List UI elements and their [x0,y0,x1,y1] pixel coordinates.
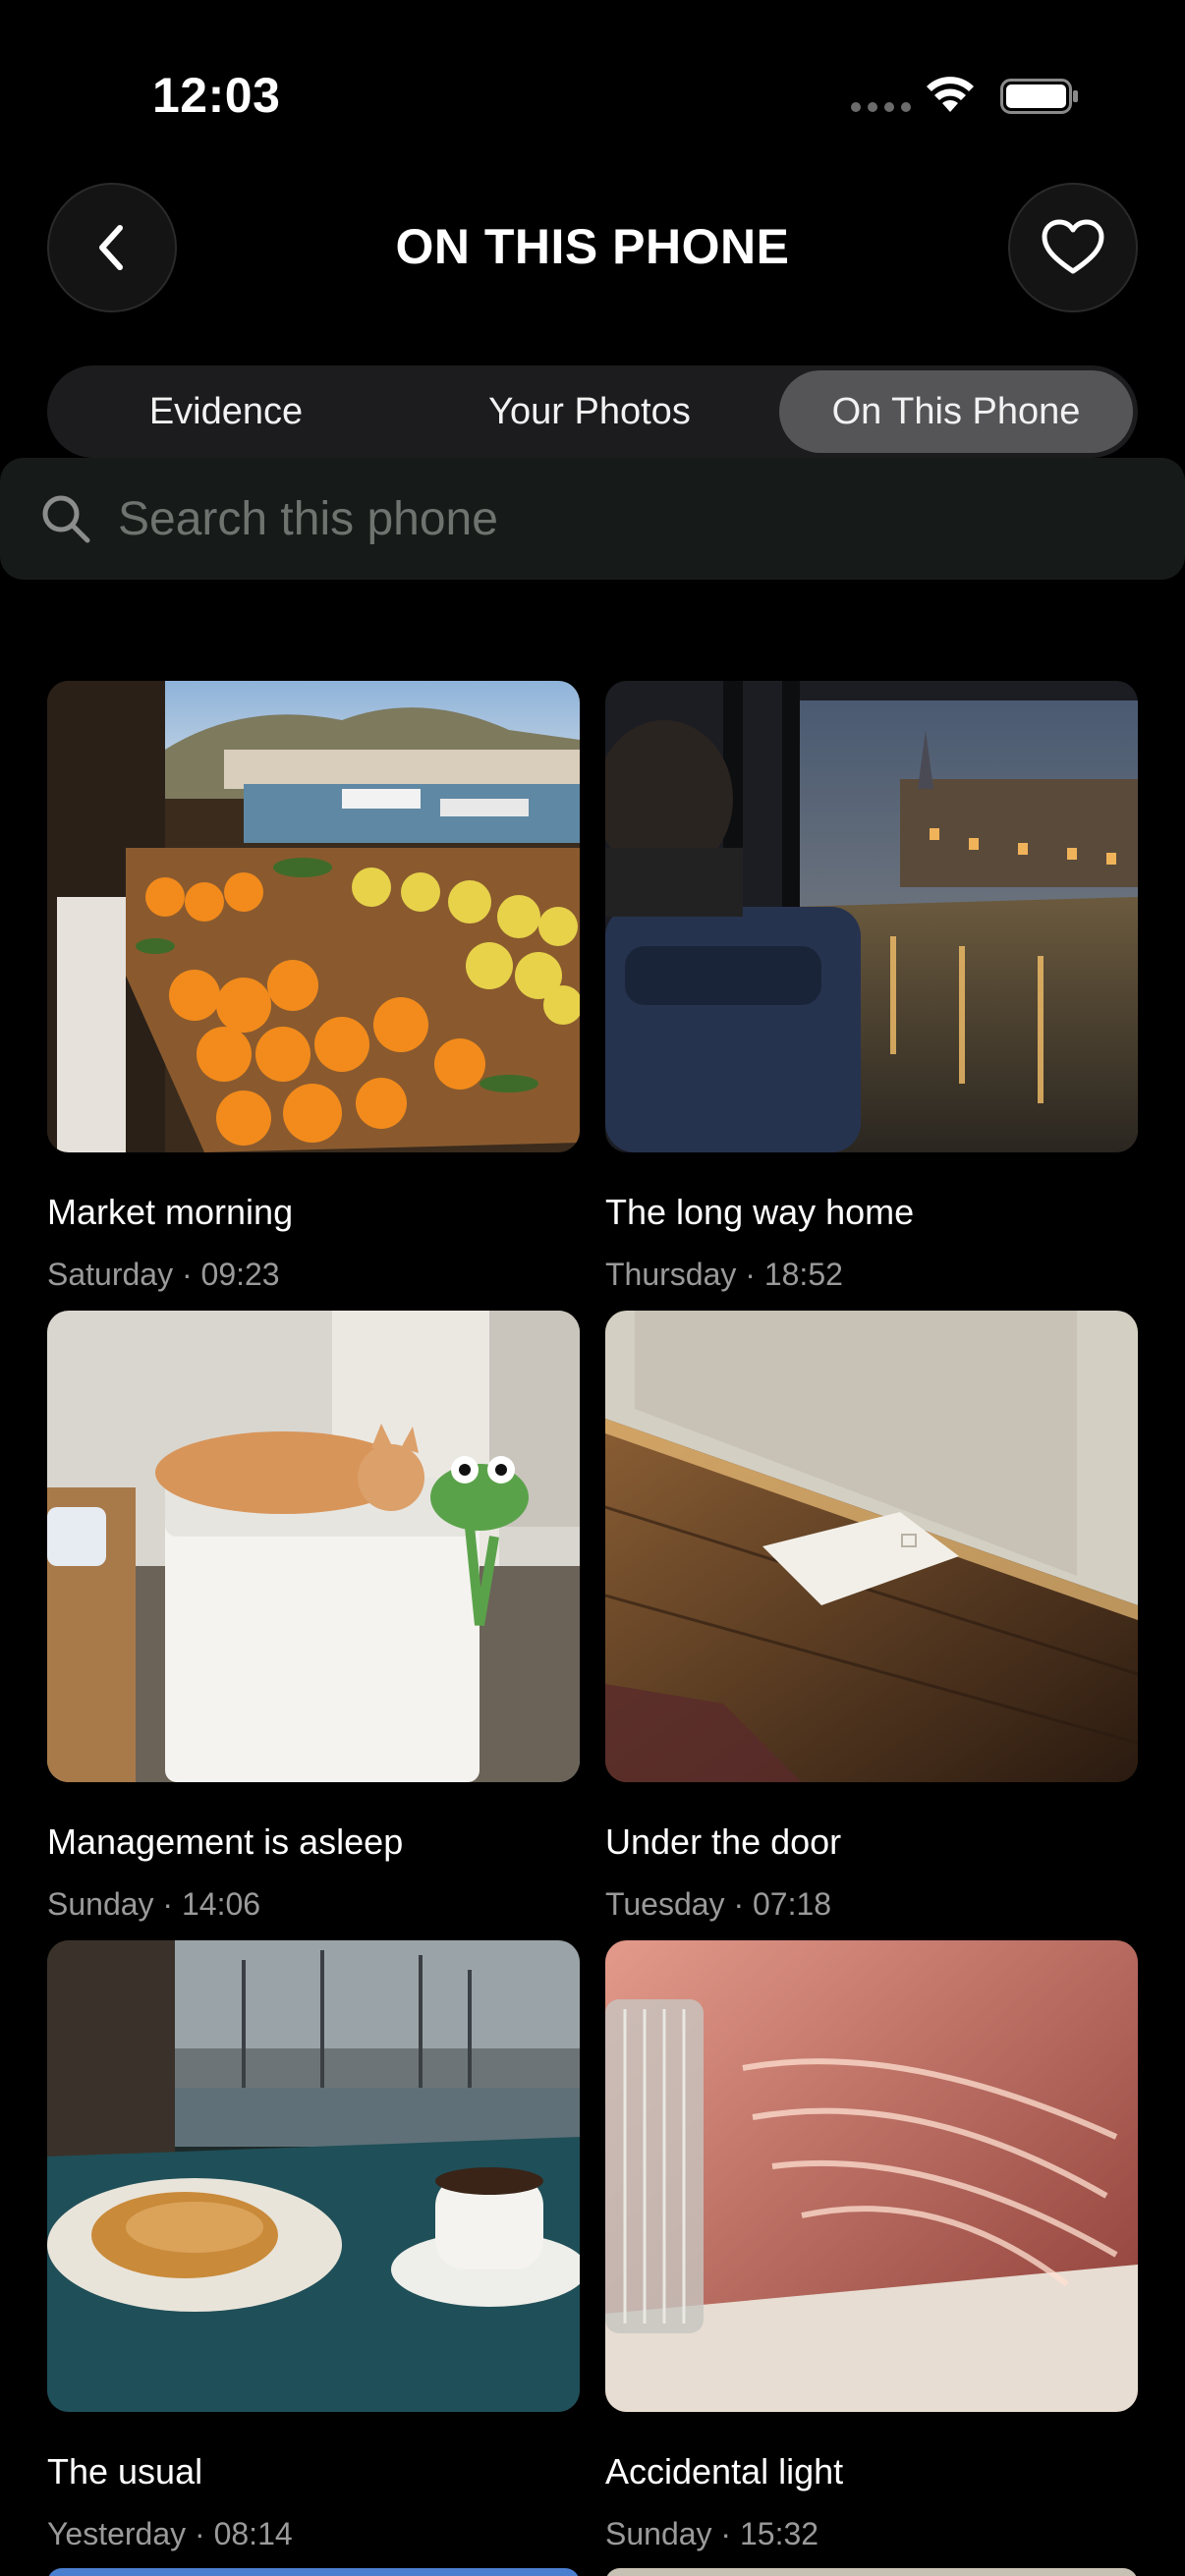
search-icon [42,495,90,543]
letter-under-door-photo-image [605,1311,1138,1782]
cafe-photo-image [47,1940,580,2412]
status-time: 12:03 [152,68,281,123]
photo-title: Management is asleep [47,1821,404,1862]
heart-icon [1042,219,1104,274]
light-refraction-photo-image [605,1940,1138,2412]
photo-timestamp: Saturday · 09:23 [47,1257,280,1292]
wifi-icon [927,77,974,112]
photo-card-market-morning[interactable]: Market morning Saturday · 09:23 [47,681,580,1293]
photo-timestamp: Sunday · 14:06 [47,1886,261,1922]
photo-timestamp: Tuesday · 07:18 [605,1886,832,1922]
cat-photo-image [47,1311,580,1782]
segmented-tabs: Evidence Your Photos On This Phone [47,365,1138,458]
photo-thumbnail-peek[interactable] [47,2568,580,2576]
photo-thumbnail[interactable] [605,681,1138,1152]
photo-title: The usual [47,2451,203,2492]
photo-title: Market morning [47,1192,294,1232]
favorite-button[interactable] [1008,183,1138,312]
photo-title: Accidental light [605,2451,844,2492]
photo-thumbnail-peek[interactable] [605,2568,1138,2576]
photo-title: The long way home [605,1192,915,1232]
photo-card-accidental-light[interactable]: Accidental light Sunday · 15:32 [605,1940,1138,2552]
photo-timestamp: Sunday · 15:32 [605,2516,819,2551]
photo-thumbnail[interactable] [605,1940,1138,2412]
photo-card-long-way-home[interactable]: The long way home Thursday · 18:52 [605,681,1138,1293]
battery-icon [1000,79,1078,114]
photo-thumbnail[interactable] [605,1311,1138,1782]
photo-thumbnail[interactable] [47,681,580,1152]
bus-window-photo-image [605,681,1138,1152]
photo-timestamp: Thursday · 18:52 [605,1257,843,1292]
photo-card-management-asleep[interactable]: Management is asleep Sunday · 14:06 [47,1311,580,1923]
photo-thumbnail[interactable] [47,1311,580,1782]
cellular-signal-icon [851,102,911,112]
tab-evidence[interactable]: Evidence [55,370,397,453]
market-photo-image [47,681,580,1152]
search-bar[interactable] [0,458,1185,580]
search-input[interactable] [118,491,1100,546]
photo-title: Under the door [605,1821,842,1862]
photo-card-the-usual[interactable]: The usual Yesterday · 08:14 [47,1940,580,2552]
tab-your-photos[interactable]: Your Photos [419,370,761,453]
photo-card-under-the-door[interactable]: Under the door Tuesday · 07:18 [605,1311,1138,1923]
tab-on-this-phone[interactable]: On This Phone [779,370,1133,453]
photo-timestamp: Yesterday · 08:14 [47,2516,293,2551]
photo-thumbnail[interactable] [47,1940,580,2412]
